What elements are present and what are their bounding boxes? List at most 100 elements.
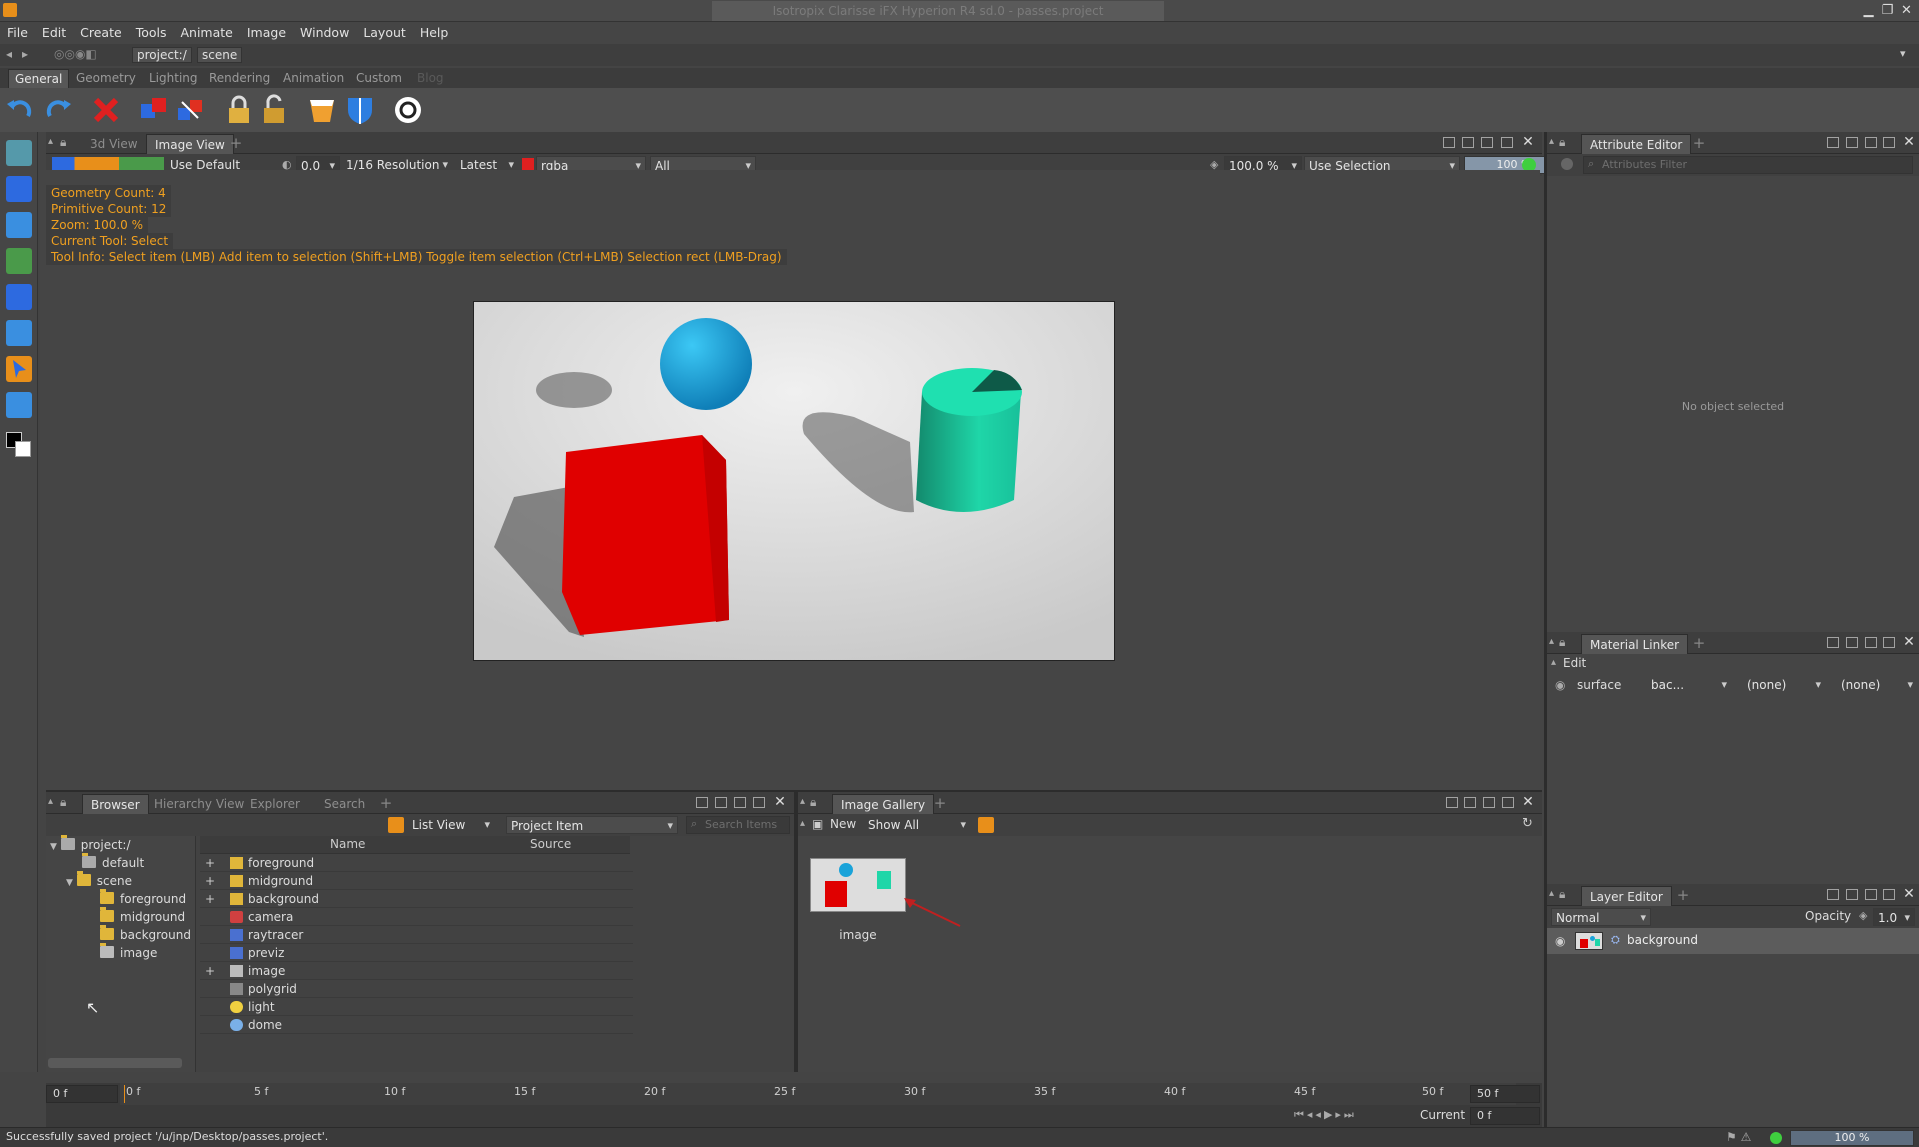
duplicate-icon[interactable]: [174, 94, 206, 126]
list-item-camera[interactable]: camera: [200, 908, 633, 926]
new-snapshot-button[interactable]: New: [830, 817, 856, 831]
gallery-collapse-icon[interactable]: ▴: [800, 818, 805, 829]
paint-tool-icon[interactable]: [6, 248, 32, 274]
layer-visibility-icon[interactable]: ◉: [1555, 934, 1565, 948]
refresh-icon[interactable]: ↻: [1522, 816, 1533, 831]
blend-mode-select[interactable]: Normal: [1551, 908, 1651, 926]
breadcrumb-project[interactable]: project:/: [132, 47, 192, 63]
menu-create[interactable]: Create: [73, 22, 129, 44]
menu-help[interactable]: Help: [413, 22, 456, 44]
material-select[interactable]: bac...: [1647, 676, 1731, 694]
material-icon[interactable]: [306, 94, 338, 126]
layout-split-icon[interactable]: [1443, 137, 1455, 148]
layout-vertical-icon[interactable]: [1865, 637, 1877, 648]
transform-tool-icon[interactable]: [6, 140, 32, 166]
tab-browser[interactable]: Browser: [82, 794, 149, 814]
render-icon[interactable]: [392, 94, 424, 126]
close-panel-icon[interactable]: ✕: [1901, 134, 1917, 150]
list-item-light[interactable]: light: [200, 998, 633, 1016]
panel-collapse-icon[interactable]: ▴: [1549, 636, 1554, 647]
tab-material-linker[interactable]: Material Linker: [1581, 634, 1689, 654]
close-panel-icon[interactable]: ✕: [772, 794, 788, 810]
forward-icon[interactable]: ▸: [22, 47, 28, 61]
layout-horizontal-icon[interactable]: [1846, 889, 1858, 900]
tab-3d-view[interactable]: 3d View: [82, 134, 146, 154]
tab-hierarchy-view[interactable]: Hierarchy View: [146, 794, 252, 814]
edit-collapse-icon[interactable]: ▴: [1551, 657, 1556, 668]
browser-filter-icon[interactable]: [388, 817, 404, 833]
tab-image-view[interactable]: Image View: [146, 134, 234, 154]
layout-split-icon[interactable]: [1827, 637, 1839, 648]
menu-file[interactable]: File: [0, 22, 35, 44]
maximize-panel-icon[interactable]: [1501, 137, 1513, 148]
path-dropdown-icon[interactable]: ▾: [1900, 47, 1906, 60]
pick-tool-icon[interactable]: [6, 212, 32, 238]
layout-horizontal-icon[interactable]: [1846, 637, 1858, 648]
column-name[interactable]: Name: [330, 837, 365, 851]
select-tool-icon[interactable]: [6, 356, 32, 382]
view-mode-select[interactable]: List View: [408, 816, 494, 834]
attribute-toggle-icon[interactable]: [1561, 158, 1573, 170]
undo-icon[interactable]: [4, 94, 36, 126]
tree-item-project[interactable]: ▼ project:/: [50, 835, 130, 854]
panel-collapse-icon[interactable]: ▴: [48, 136, 53, 147]
playback-buttons-icon[interactable]: ⏮◂◂▶▸⏭: [1294, 1108, 1357, 1122]
tab-custom[interactable]: Custom: [350, 69, 408, 88]
layout-horizontal-icon[interactable]: [715, 797, 727, 808]
list-item-raytracer[interactable]: raytracer: [200, 926, 633, 944]
panel-collapse-icon[interactable]: ▴: [1549, 136, 1554, 147]
tab-animation[interactable]: Animation: [277, 69, 350, 88]
tree-item-image[interactable]: image: [100, 943, 157, 962]
layout-horizontal-icon[interactable]: [1846, 137, 1858, 148]
list-item-background[interactable]: + background: [200, 890, 633, 908]
snap-tool-icon[interactable]: [6, 320, 32, 346]
maximize-panel-icon[interactable]: [1883, 137, 1895, 148]
edit-tool-icon[interactable]: [6, 392, 32, 418]
add-tab-icon[interactable]: +: [1675, 886, 1691, 904]
list-item-previz[interactable]: previz: [200, 944, 633, 962]
panel-lock-icon[interactable]: 🔒︎: [1559, 635, 1565, 650]
start-frame-field[interactable]: 0 f: [46, 1085, 118, 1103]
item-filter-select[interactable]: Project Item: [506, 816, 678, 834]
layout-vertical-icon[interactable]: [1865, 137, 1877, 148]
instance-icon[interactable]: [138, 94, 170, 126]
breadcrumb-scene[interactable]: scene: [197, 47, 243, 63]
clip-map-select[interactable]: (none): [1837, 676, 1917, 694]
tree-item-default[interactable]: default: [82, 853, 144, 872]
layout-split-icon[interactable]: [1446, 797, 1458, 808]
add-tab-icon[interactable]: +: [378, 794, 394, 812]
panel-lock-icon[interactable]: 🔒︎: [60, 135, 66, 150]
close-panel-icon[interactable]: ✕: [1901, 886, 1917, 902]
panel-collapse-icon[interactable]: ▴: [800, 796, 805, 807]
layout-horizontal-icon[interactable]: [1464, 797, 1476, 808]
move-tool-icon[interactable]: [6, 176, 32, 202]
camera-tool-icon[interactable]: [6, 284, 32, 310]
list-item-dome[interactable]: dome: [200, 1016, 633, 1034]
tab-rendering[interactable]: Rendering: [203, 69, 276, 88]
maximize-panel-icon[interactable]: [1883, 637, 1895, 648]
tab-layer-editor[interactable]: Layer Editor: [1581, 886, 1672, 906]
tab-explorer[interactable]: Explorer: [242, 794, 308, 814]
menu-layout[interactable]: Layout: [356, 22, 413, 44]
layout-split-icon[interactable]: [1827, 889, 1839, 900]
redo-icon[interactable]: [42, 94, 74, 126]
minimize-icon[interactable]: ▁: [1860, 2, 1877, 19]
current-frame-field[interactable]: 0 f: [1470, 1107, 1540, 1125]
gallery-filter-select[interactable]: Show All: [864, 816, 970, 834]
list-item-image[interactable]: + image: [200, 962, 633, 980]
close-panel-icon[interactable]: ✕: [1901, 634, 1917, 650]
add-tab-icon[interactable]: +: [1691, 634, 1707, 652]
delete-icon[interactable]: [90, 94, 122, 126]
playhead[interactable]: [124, 1085, 125, 1103]
tab-attribute-editor[interactable]: Attribute Editor: [1581, 134, 1692, 154]
panel-lock-icon[interactable]: 🔒︎: [1559, 887, 1565, 902]
tab-general[interactable]: General: [8, 69, 70, 88]
menu-image[interactable]: Image: [240, 22, 293, 44]
background-color-swatch[interactable]: [15, 441, 31, 457]
layout-vertical-icon[interactable]: [734, 797, 746, 808]
list-item-midground[interactable]: + midground: [200, 872, 633, 890]
panel-collapse-icon[interactable]: ▴: [1549, 888, 1554, 899]
menu-tools[interactable]: Tools: [129, 22, 174, 44]
gallery-settings-icon[interactable]: [978, 817, 994, 833]
list-item-polygrid[interactable]: polygrid: [200, 980, 633, 998]
